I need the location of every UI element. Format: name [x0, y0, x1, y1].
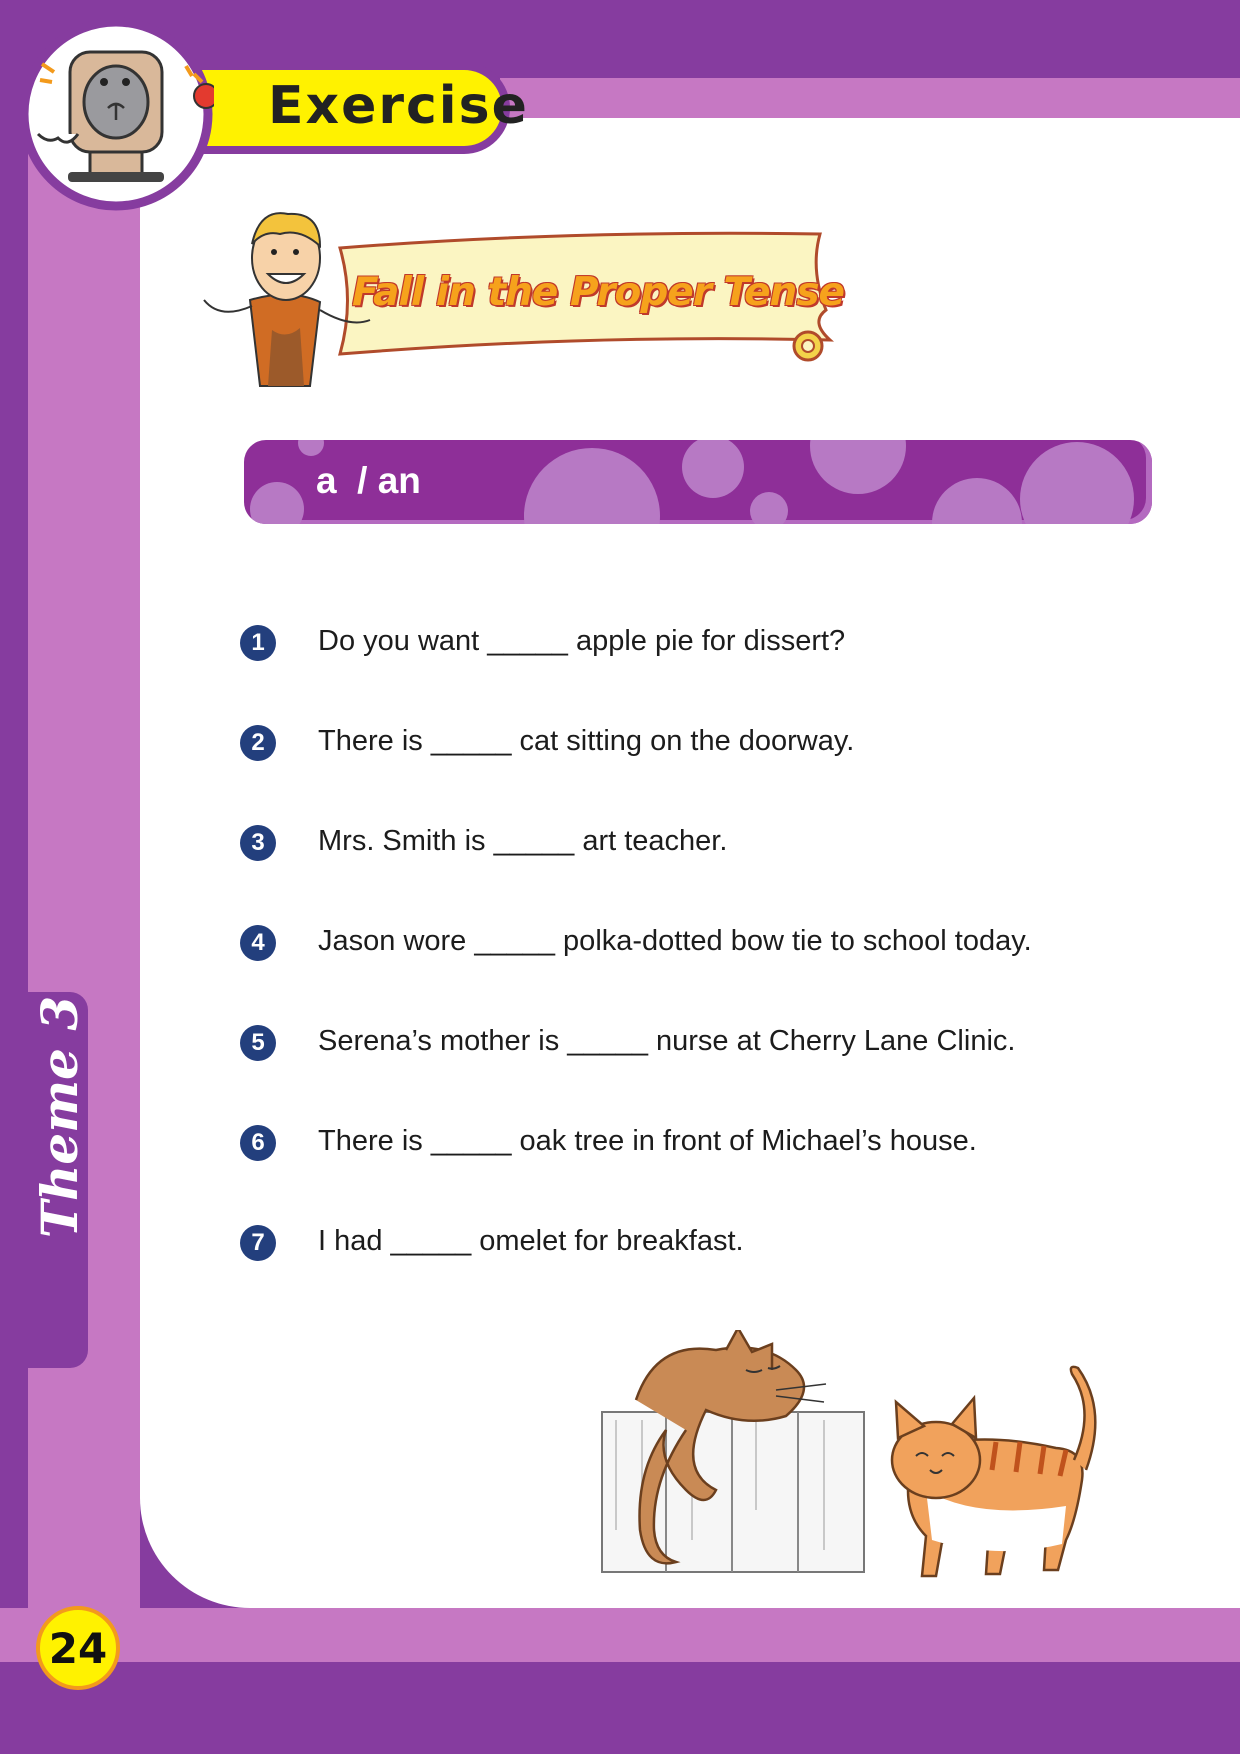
- question-number: 4: [240, 925, 276, 961]
- question-text: Do you want _____ apple pie for dissert?: [318, 625, 846, 657]
- question-text: Mrs. Smith is _____ art teacher.: [318, 825, 728, 857]
- section-label: a / an: [316, 460, 421, 501]
- question-number: 1: [240, 625, 276, 661]
- question-number: 7: [240, 1225, 276, 1261]
- left-band: [0, 0, 28, 1754]
- exercise-title: Fall in the Proper Tense: [352, 270, 845, 315]
- bottom-stripe: [0, 1608, 1240, 1662]
- boy-icon: [203, 212, 371, 387]
- question-text: I had _____ omelet for breakfast.: [318, 1225, 744, 1257]
- theme-label: Theme 3: [30, 995, 89, 1239]
- standing-cat: [890, 1365, 1097, 1578]
- left-stripe: [28, 100, 140, 1610]
- page-number: 24: [36, 1606, 120, 1690]
- mascot-icon: [19, 17, 214, 211]
- question-number: 6: [240, 1125, 276, 1161]
- bottom-band: [0, 1662, 1240, 1754]
- question-number: 3: [240, 825, 276, 861]
- question-number: 2: [240, 725, 276, 761]
- question-text: Serena’s mother is _____ nurse at Cherry…: [318, 1025, 1016, 1057]
- question-text: There is _____ cat sitting on the doorwa…: [318, 725, 855, 757]
- exercise-label: Exercise: [268, 76, 529, 136]
- question-text: There is _____ oak tree in front of Mich…: [318, 1125, 977, 1157]
- cat-icon: [601, 1330, 1097, 1578]
- question-text: Jason wore _____ polka-dotted bow tie to…: [318, 925, 1032, 957]
- top-stripe: [500, 78, 1240, 118]
- question-number: 5: [240, 1025, 276, 1061]
